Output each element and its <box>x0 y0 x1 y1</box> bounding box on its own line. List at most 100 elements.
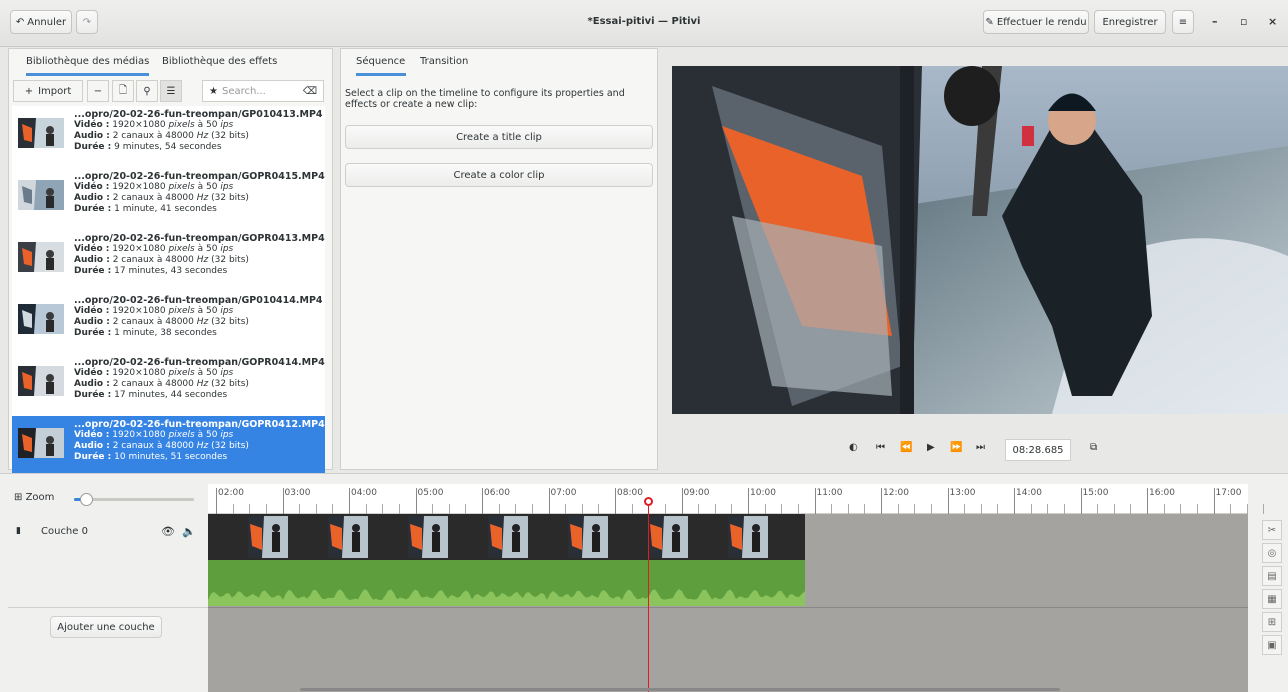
clip-thumbnail <box>248 516 288 558</box>
align-button[interactable]: ⊞ <box>1262 612 1282 632</box>
layer-visibility-icon[interactable]: 👁 <box>161 525 175 538</box>
view-mode-button[interactable]: ◐ <box>849 442 858 453</box>
media-duration: Durée : 1 minute, 41 secondes <box>74 204 217 214</box>
ruler-tick-minor <box>1130 504 1132 514</box>
media-video-info: Vidéo : 1920×1080 pixels à 50 ips <box>74 244 234 254</box>
ungroup-button[interactable]: ▤ <box>1262 566 1282 586</box>
ruler-tick-minor <box>781 504 783 514</box>
ruler-tick-label: 04:00 <box>351 488 377 498</box>
video-clip-strip[interactable] <box>208 514 805 560</box>
ruler-tick-major <box>349 488 350 514</box>
group-button[interactable]: ▦ <box>1262 589 1282 609</box>
keyframe-button[interactable]: ◎ <box>1262 543 1282 563</box>
document-icon: 🗋 <box>118 84 128 96</box>
split-clip-button[interactable]: ✂ <box>1262 520 1282 540</box>
list-view-button[interactable]: ☰ <box>160 80 182 102</box>
video-thumbnails <box>248 516 768 558</box>
tab-media-library[interactable]: Bibliothèque des médias <box>26 56 150 76</box>
search-input[interactable]: ★ Search... ⌫ <box>202 80 324 102</box>
seek-backward-button[interactable]: ⏪ <box>900 442 912 453</box>
media-item[interactable]: ...opro/20-02-26-fun-treompan/GOPR0412.M… <box>12 416 325 478</box>
play-icon: ▶ <box>927 442 935 453</box>
skip-forward-icon: ⏭ <box>976 442 985 453</box>
media-item[interactable]: ...opro/20-02-26-fun-treompan/GOPR0413.M… <box>12 230 325 292</box>
media-item[interactable]: ...opro/20-02-26-fun-treompan/GP010414.M… <box>12 292 325 354</box>
video-frame <box>672 66 1288 414</box>
zoom-icon: ⊞ <box>14 492 23 503</box>
tab-transition[interactable]: Transition <box>420 56 468 73</box>
ruler-tick-major <box>1014 488 1015 514</box>
menu-button[interactable]: ≡ <box>1172 10 1194 34</box>
ruler-tick-minor <box>831 504 833 514</box>
media-info: ...opro/20-02-26-fun-treompan/GP010413.M… <box>74 109 323 153</box>
ruler-tick-major <box>947 488 949 514</box>
tab-sequence[interactable]: Séquence <box>356 56 406 76</box>
timecode-field[interactable]: 08:28.685 <box>1005 439 1071 461</box>
ruler-tick-minor <box>315 504 317 514</box>
ruler-tick-minor <box>465 504 467 514</box>
ruler-tick-major <box>482 488 483 514</box>
snapshot-icon: ▣ <box>1267 639 1277 651</box>
play-button[interactable]: ▶ <box>927 442 935 453</box>
ruler-tick-major <box>1080 488 1082 514</box>
media-thumbnail <box>18 118 64 148</box>
media-info: ...opro/20-02-26-fun-treompan/GOPR0415.M… <box>74 171 325 215</box>
snapshot-button[interactable]: ▣ <box>1262 635 1282 655</box>
clip-properties-panel <box>340 48 658 470</box>
media-item[interactable]: ...opro/20-02-26-fun-treompan/GOPR0414.M… <box>12 354 325 416</box>
hamburger-menu-icon: ≡ <box>1178 16 1188 28</box>
create-color-clip-button[interactable]: Create a color clip <box>345 163 653 187</box>
seek-forward-button[interactable]: ⏩ <box>950 442 962 453</box>
ruler-tick-minor <box>265 504 267 514</box>
ruler-tick-minor <box>980 504 982 514</box>
ruler-tick-minor <box>930 504 932 514</box>
layer-separator <box>208 607 1248 608</box>
ruler-tick-minor <box>515 504 517 514</box>
ruler-tick-label: 12:00 <box>883 488 909 498</box>
clip-thumbnail <box>408 516 448 558</box>
remove-button[interactable]: − <box>87 80 109 102</box>
save-button[interactable]: Enregistrer <box>1094 10 1166 34</box>
import-button[interactable]: + Import <box>13 80 83 102</box>
playhead[interactable] <box>648 498 649 692</box>
timeline-scrollbar[interactable] <box>300 688 1060 691</box>
maximize-button[interactable]: ▫ <box>1240 15 1247 28</box>
ruler-tick-minor <box>864 504 866 514</box>
ruler-tick-label: 11:00 <box>816 488 843 498</box>
ruler-tick-minor <box>365 504 367 514</box>
ruler-tick-minor <box>1196 504 1198 514</box>
ruler-tick-label: 16:00 <box>1149 488 1175 498</box>
ungroup-icon: ▤ <box>1267 570 1277 582</box>
ruler-tick-minor <box>432 504 434 514</box>
close-button[interactable]: × <box>1268 15 1277 28</box>
zoom-slider[interactable] <box>74 493 194 506</box>
minimize-button[interactable]: – <box>1212 15 1218 28</box>
ruler-tick-minor <box>698 504 700 514</box>
rewind-icon: ⏪ <box>900 442 913 453</box>
video-viewer[interactable] <box>672 66 1288 414</box>
media-duration: Durée : 1 minute, 38 secondes <box>74 328 217 338</box>
create-title-clip-button[interactable]: Create a title clip <box>345 125 653 149</box>
zoom-slider-handle[interactable] <box>80 493 93 506</box>
layer-audio-icon[interactable]: 🔈 <box>182 525 196 538</box>
audio-clip-strip[interactable] <box>208 560 805 606</box>
media-item[interactable]: ...opro/20-02-26-fun-treompan/GP010413.M… <box>12 106 325 168</box>
add-layer-button[interactable]: Ajouter une couche <box>50 616 162 638</box>
ruler-tick-major <box>1147 488 1148 514</box>
go-to-end-button[interactable]: ⏭ <box>976 442 985 453</box>
show-in-folder-button[interactable]: ⚲ <box>136 80 158 102</box>
media-item[interactable]: ...opro/20-02-26-fun-treompan/GOPR0415.M… <box>12 168 325 230</box>
ruler-tick-minor <box>1047 504 1049 514</box>
media-info: ...opro/20-02-26-fun-treompan/GOPR0413.M… <box>74 233 325 277</box>
playhead-handle[interactable] <box>644 497 653 506</box>
detach-viewer-button[interactable]: ⧉ <box>1090 442 1097 453</box>
clip-hint-text: Select a clip on the timeline to configu… <box>345 88 625 110</box>
clip-properties-button[interactable]: 🗋 <box>112 80 134 102</box>
align-icon: ⊞ <box>1267 616 1277 628</box>
ruler-tick-major <box>881 488 882 514</box>
go-to-start-button[interactable]: ⏮ <box>876 442 885 453</box>
clip-thumbnail <box>568 516 608 558</box>
render-button[interactable]: ✎ Effectuer le rendu <box>983 10 1089 34</box>
ruler-tick-minor <box>1180 504 1182 514</box>
tab-effects-library[interactable]: Bibliothèque des effets <box>162 56 277 73</box>
